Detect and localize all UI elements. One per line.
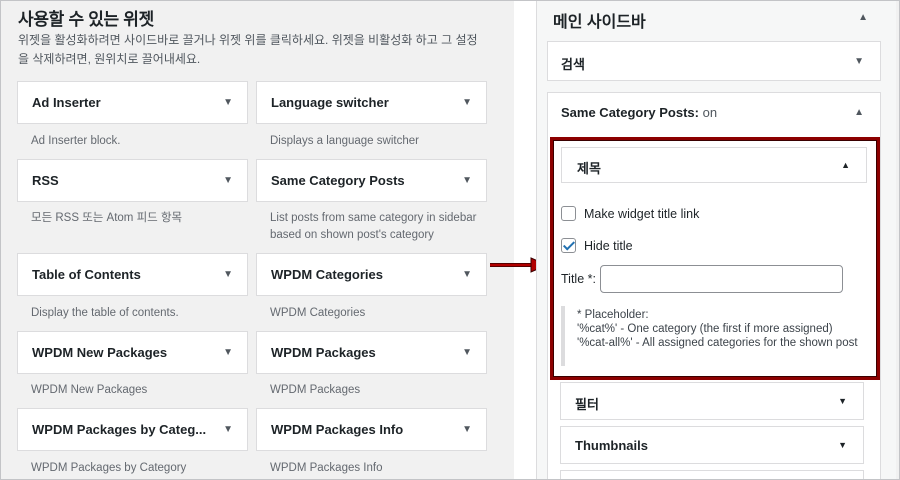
section-label: Thumbnails (575, 438, 648, 453)
placeholder-help: * Placeholder: '%cat%' - One category (t… (561, 306, 863, 366)
widget-rss[interactable]: RSS ▼ (17, 159, 248, 202)
widget-label: WPDM New Packages (32, 345, 168, 360)
sidebar-widget-search[interactable]: 검색 ▼ (547, 41, 881, 81)
caret-down-icon[interactable]: ▼ (854, 56, 864, 67)
caret-down-icon[interactable]: ▼ (223, 97, 233, 108)
widget-description: 모든 RSS 또는 Atom 피드 항목 (31, 212, 183, 224)
widget-description: List posts from same category in sidebar… (270, 212, 477, 241)
widget-description: WPDM New Packages (31, 384, 148, 396)
caret-down-icon[interactable]: ▼ (838, 440, 847, 450)
thumbnails-section-header[interactable]: Thumbnails ▼ (560, 426, 864, 464)
widget-name: Same Category Posts: (561, 105, 699, 120)
section-title-header[interactable]: 제목 ▲ (561, 147, 867, 183)
widget-description: WPDM Packages by Category (31, 462, 187, 474)
make-title-link-checkbox[interactable] (561, 206, 576, 221)
make-title-link-option[interactable]: Make widget title link (561, 206, 699, 221)
panel-divider (514, 0, 536, 480)
caret-down-icon[interactable]: ▼ (223, 269, 233, 280)
widget-label: RSS (32, 173, 59, 188)
widget-label: WPDM Packages by Categ... (32, 422, 207, 437)
title-field-label: Title *: (561, 272, 596, 286)
caret-down-icon[interactable]: ▼ (223, 175, 233, 186)
help-line: '%cat%' - One category (the first if mor… (577, 323, 833, 335)
widget-description: WPDM Categories (270, 307, 366, 319)
widget-wpdm-new-packages[interactable]: WPDM New Packages ▼ (17, 331, 248, 374)
section-label: 필터 (575, 397, 599, 412)
widget-wpdm-categories[interactable]: WPDM Categories ▼ (256, 253, 487, 296)
caret-down-icon[interactable]: ▼ (462, 347, 472, 358)
available-widgets-title: 사용할 수 있는 위젯 (18, 10, 154, 29)
widget-description: WPDM Packages (270, 384, 361, 396)
title-field-row: Title *: (561, 265, 843, 293)
widget-wpdm-packages-info[interactable]: WPDM Packages Info ▼ (256, 408, 487, 451)
caret-down-icon[interactable]: ▼ (838, 396, 847, 406)
highlighted-title-settings: 제목 ▲ Make widget title link Hide title T… (550, 137, 880, 380)
widget-label: WPDM Categories (271, 267, 383, 282)
widget-wpdm-packages-by-category[interactable]: WPDM Packages by Categ... ▼ (17, 408, 248, 451)
caret-down-icon[interactable]: ▼ (462, 97, 472, 108)
caret-up-icon[interactable]: ▲ (841, 160, 850, 170)
title-input[interactable] (599, 265, 843, 293)
widget-label: 검색 (561, 57, 585, 72)
caret-up-icon[interactable]: ▲ (854, 107, 864, 118)
available-widgets-description: 위젯을 활성화하려면 사이드바로 끌거나 위젯 위를 클릭하세요. 위젯을 비활… (18, 33, 478, 66)
widget-table-of-contents[interactable]: Table of Contents ▼ (17, 253, 248, 296)
widget-ad-inserter[interactable]: Ad Inserter ▼ (17, 81, 248, 124)
next-section-header[interactable] (560, 470, 864, 480)
widget-label: Same Category Posts: on (561, 105, 717, 120)
available-widgets-panel: 사용할 수 있는 위젯 위젯을 활성화하려면 사이드바로 끌거나 위젯 위를 클… (0, 0, 520, 480)
widget-description: WPDM Packages Info (270, 462, 383, 474)
widget-label: Same Category Posts (271, 173, 405, 188)
widget-label: Ad Inserter (32, 95, 101, 110)
widget-description: Display the table of contents. (31, 307, 179, 319)
help-line: * Placeholder: (577, 309, 649, 321)
caret-down-icon[interactable]: ▼ (462, 269, 472, 280)
sidebar-title: 메인 사이드바 (553, 14, 646, 31)
widget-label: WPDM Packages (271, 345, 376, 360)
widget-description: Ad Inserter block. (31, 135, 121, 147)
help-line: '%cat-all%' - All assigned categories fo… (577, 337, 858, 349)
hide-title-label: Hide title (584, 238, 633, 253)
hide-title-option[interactable]: Hide title (561, 238, 633, 253)
widget-label: Language switcher (271, 95, 389, 110)
widget-same-category-posts[interactable]: Same Category Posts ▼ (256, 159, 487, 202)
caret-down-icon[interactable]: ▼ (223, 347, 233, 358)
widget-language-switcher[interactable]: Language switcher ▼ (256, 81, 487, 124)
filter-section-header[interactable]: 필터 ▼ (560, 382, 864, 420)
caret-down-icon[interactable]: ▼ (462, 424, 472, 435)
widget-title-suffix: on (699, 105, 718, 120)
caret-up-icon[interactable]: ▲ (858, 12, 868, 23)
hide-title-checkbox[interactable] (561, 238, 576, 253)
caret-down-icon[interactable]: ▼ (462, 175, 472, 186)
caret-down-icon[interactable]: ▼ (223, 424, 233, 435)
widget-wpdm-packages[interactable]: WPDM Packages ▼ (256, 331, 487, 374)
widget-description: Displays a language switcher (270, 135, 419, 147)
section-title-label: 제목 (577, 161, 601, 176)
make-title-link-label: Make widget title link (584, 206, 700, 221)
widget-label: WPDM Packages Info (271, 422, 404, 437)
widget-label: Table of Contents (32, 267, 141, 282)
